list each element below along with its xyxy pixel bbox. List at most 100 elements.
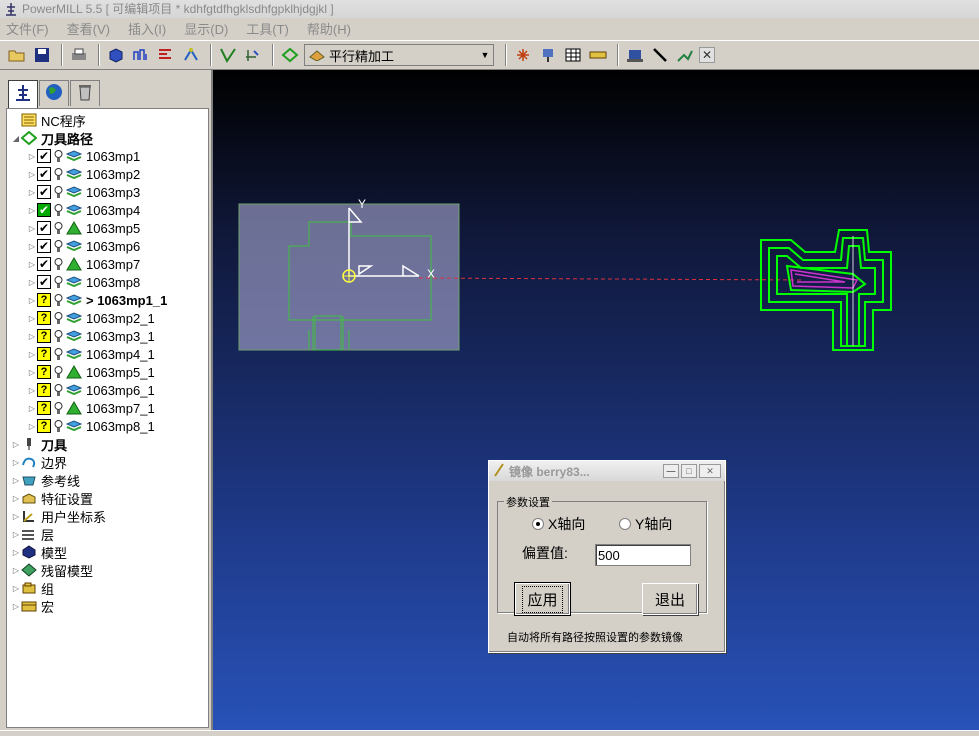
ruler-icon[interactable]: [587, 44, 609, 66]
expand-icon[interactable]: ▷: [27, 278, 37, 287]
toolpath-checkbox[interactable]: ✔: [37, 203, 51, 217]
expand-icon[interactable]: ▷: [27, 314, 37, 323]
tree-node-tool[interactable]: ▷ 刀具: [11, 435, 67, 453]
toolpath-wizard-icon[interactable]: [180, 44, 202, 66]
save-icon[interactable]: [31, 44, 53, 66]
exit-button[interactable]: 退出: [642, 583, 698, 615]
expand-icon[interactable]: ▷: [11, 440, 21, 449]
tree-node-macro[interactable]: ▷ 宏: [11, 597, 54, 615]
toolpath-checkbox[interactable]: ?: [37, 329, 51, 343]
tool-holder-icon[interactable]: [537, 44, 559, 66]
toolpath-checkbox[interactable]: ?: [37, 419, 51, 433]
tree-node-level[interactable]: ▷ 层: [11, 525, 54, 543]
toolpath-item[interactable]: ▷? 1063mp2_1: [27, 309, 155, 327]
lightbulb-icon[interactable]: [53, 329, 63, 343]
toolpath-item[interactable]: ▷? 1063mp4_1: [27, 345, 155, 363]
expand-icon[interactable]: ▷: [27, 152, 37, 161]
toolpath-item[interactable]: ▷? > 1063mp1_1: [27, 291, 167, 309]
offset-input[interactable]: [595, 544, 691, 566]
expand-icon[interactable]: ▷: [27, 404, 37, 413]
expand-icon[interactable]: ▷: [27, 368, 37, 377]
expand-icon[interactable]: ◢: [11, 134, 21, 143]
lightbulb-icon[interactable]: [53, 365, 63, 379]
toolpath-item[interactable]: ▷ ✔ 1063mp6: [27, 237, 140, 255]
lightbulb-icon[interactable]: [53, 383, 63, 397]
toolpath-checkbox[interactable]: ?: [37, 347, 51, 361]
expand-icon[interactable]: ▷: [11, 548, 21, 557]
apply-button[interactable]: 应用: [514, 582, 571, 616]
rapid-move-icon[interactable]: [130, 44, 152, 66]
toolpath-icon[interactable]: [279, 44, 301, 66]
toolpath-checkbox[interactable]: ✔: [37, 221, 51, 235]
menu-item[interactable]: 帮助(H): [307, 19, 351, 38]
expand-icon[interactable]: ▷: [11, 458, 21, 467]
lightbulb-icon[interactable]: [53, 185, 63, 199]
tree-node-ucs[interactable]: ▷ 用户坐标系: [11, 507, 106, 525]
toolpath-item[interactable]: ▷ ✔ 1063mp8: [27, 273, 140, 291]
toolpath-checkbox[interactable]: ✔: [37, 275, 51, 289]
expand-icon[interactable]: ▷: [11, 584, 21, 593]
expand-icon[interactable]: ▷: [27, 386, 37, 395]
tree-node-feature-set[interactable]: ▷ 特征设置: [11, 489, 93, 507]
toolpath-checkbox[interactable]: ?: [37, 311, 51, 325]
tree-node-nc-programs[interactable]: NC程序: [11, 111, 86, 129]
tree-node-toolpaths[interactable]: ◢ 刀具路径: [11, 129, 93, 147]
lightbulb-icon[interactable]: [53, 167, 63, 181]
menu-item[interactable]: 显示(D): [184, 19, 228, 38]
expand-icon[interactable]: ▷: [27, 224, 37, 233]
open-icon[interactable]: [6, 44, 28, 66]
expand-icon[interactable]: ▷: [11, 566, 21, 575]
expand-icon[interactable]: ▷: [11, 602, 21, 611]
feeds-icon[interactable]: [155, 44, 177, 66]
lightbulb-icon[interactable]: [53, 221, 63, 235]
tree-node-pattern[interactable]: ▷ 参考线: [11, 471, 80, 489]
menu-item[interactable]: 插入(I): [128, 19, 166, 38]
toolpath-item[interactable]: ▷? 1063mp8_1: [27, 417, 155, 435]
expand-icon[interactable]: ▷: [11, 512, 21, 521]
tab-globe[interactable]: [39, 80, 69, 106]
cutter-icon[interactable]: [649, 44, 671, 66]
lightbulb-icon[interactable]: [53, 293, 63, 307]
strategy-combo[interactable]: 平行精加工 ▼: [304, 44, 494, 66]
tree-node-group[interactable]: ▷ 组: [11, 579, 54, 597]
expand-icon[interactable]: ▷: [27, 206, 37, 215]
expand-icon[interactable]: ▷: [11, 530, 21, 539]
close-icon[interactable]: ✕: [699, 464, 721, 478]
expand-icon[interactable]: ▷: [27, 188, 37, 197]
lightbulb-icon[interactable]: [53, 203, 63, 217]
toolpath-item[interactable]: ▷ ✔ 1063mp5: [27, 219, 140, 237]
toolpath-checkbox[interactable]: ?: [37, 401, 51, 415]
toolpath-checkbox[interactable]: ✔: [37, 185, 51, 199]
toolpath-item[interactable]: ▷ ✔ 1063mp2: [27, 165, 140, 183]
start-point-icon[interactable]: [242, 44, 264, 66]
menu-item[interactable]: 工具(T): [246, 19, 289, 38]
lightbulb-icon[interactable]: [53, 275, 63, 289]
expand-icon[interactable]: ▷: [27, 350, 37, 359]
toolpath-checkbox[interactable]: ?: [37, 293, 51, 307]
expand-icon[interactable]: ▷: [27, 296, 37, 305]
lightbulb-icon[interactable]: [53, 239, 63, 253]
toolpath-item[interactable]: ▷ ✔ 1063mp3: [27, 183, 140, 201]
toolpath-item[interactable]: ▷ ✔ 1063mp1: [27, 147, 140, 165]
radio-y-axis[interactable]: Y轴向: [619, 514, 672, 534]
lightbulb-icon[interactable]: [53, 311, 63, 325]
radio-x-axis[interactable]: X轴向: [532, 514, 585, 534]
chevron-down-icon[interactable]: ▼: [477, 45, 493, 65]
menu-item[interactable]: 文件(F): [6, 19, 49, 38]
tab-recycle[interactable]: [70, 80, 100, 106]
print-icon[interactable]: [68, 44, 90, 66]
toolpath-item[interactable]: ▷? 1063mp6_1: [27, 381, 155, 399]
menu-item[interactable]: 查看(V): [67, 19, 110, 38]
simulation-icon[interactable]: [674, 44, 696, 66]
lightbulb-icon[interactable]: [53, 347, 63, 361]
lightbulb-icon[interactable]: [53, 257, 63, 271]
lightbulb-icon[interactable]: [53, 401, 63, 415]
tab-explorer[interactable]: [8, 80, 38, 108]
expand-icon[interactable]: ▷: [11, 494, 21, 503]
toolpath-item[interactable]: ▷ ✔ 1063mp7: [27, 255, 140, 273]
toolpath-checkbox[interactable]: ✔: [37, 167, 51, 181]
leads-links-icon[interactable]: [217, 44, 239, 66]
expand-icon[interactable]: ▷: [27, 170, 37, 179]
tree-node-model[interactable]: ▷ 模型: [11, 543, 67, 561]
expand-icon[interactable]: ▷: [27, 260, 37, 269]
